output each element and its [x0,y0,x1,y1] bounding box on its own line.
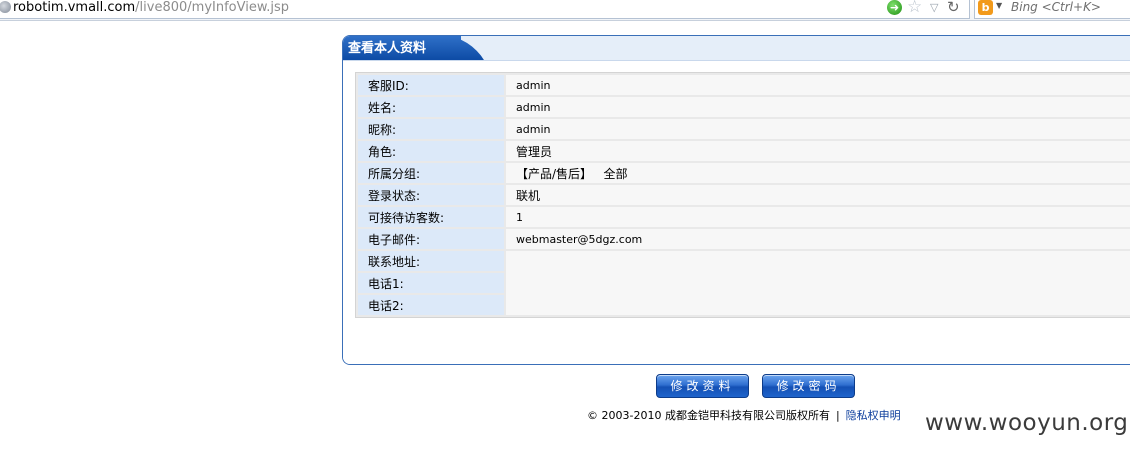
field-value-staff-id: admin [506,75,1130,95]
field-label-staff-id: 客服ID: [358,75,504,95]
field-value-email: webmaster@5dgz.com [506,229,1130,249]
profile-panel: 查看本人资料 客服ID: admin 姓名: admin 昵称: admin 角… [342,35,1130,365]
browser-toolbar: robotim.vmall.com/live800/myInfoView.jsp… [0,0,1130,21]
field-label-group: 所属分组: [358,163,504,183]
field-label-login-status: 登录状态: [358,185,504,205]
field-label-address: 联系地址: [358,251,504,271]
table-row: 角色: 管理员 [358,141,1130,161]
go-arrow-icon[interactable]: ➜ [887,0,902,15]
field-label-role: 角色: [358,141,504,161]
copyright-text: © 2003-2010 成都金铠甲科技有限公司版权所有 [587,409,830,422]
search-placeholder: Bing <Ctrl+K> [1011,0,1101,14]
reload-icon[interactable]: ↻ [947,0,960,16]
watermark: www.wooyun.org [925,410,1129,436]
field-label-name: 姓名: [358,97,504,117]
field-value-group: 【产品/售后】 全部 [506,163,1130,183]
field-value-max-visitors: 1 [506,207,1130,227]
table-row: 所属分组: 【产品/售后】 全部 [358,163,1130,183]
panel-title: 查看本人资料 [348,41,427,56]
field-value-role: 管理员 [506,141,1130,161]
field-label-phone2: 电话2: [358,295,504,315]
field-label-phone1: 电话1: [358,273,504,293]
table-row: 可接待访客数: 1 [358,207,1130,227]
table-row: 昵称: admin [358,119,1130,139]
bookmark-star-icon[interactable]: ☆ [907,0,922,16]
url-text[interactable]: robotim.vmall.com/live800/myInfoView.jsp [13,0,289,16]
field-label-max-visitors: 可接待访客数: [358,207,504,227]
privacy-link[interactable]: 隐私权申明 [846,409,901,422]
history-dropdown-icon[interactable]: ▽ [930,0,938,16]
field-label-email: 电子邮件: [358,229,504,249]
profile-info-table: 客服ID: admin 姓名: admin 昵称: admin 角色: 管理员 … [355,72,1130,318]
panel-footer [343,352,1130,364]
address-bar[interactable]: robotim.vmall.com/live800/myInfoView.jsp… [0,0,970,19]
change-password-button[interactable]: 修改密码 [762,374,855,398]
table-row: 联系地址: [358,251,1130,315]
field-value-address [506,251,1130,315]
field-value-name: admin [506,97,1130,117]
search-engine-dropdown-icon[interactable]: ▼ [996,1,1002,10]
panel-header: 查看本人资料 [343,36,1130,61]
edit-profile-button[interactable]: 修改资料 [656,374,749,398]
field-value-login-status: 联机 [506,185,1130,205]
search-box[interactable]: b ▼ Bing <Ctrl+K> [974,0,1130,19]
table-row: 姓名: admin [358,97,1130,117]
bing-logo-icon[interactable]: b [978,0,993,15]
copyright-line: © 2003-2010 成都金铠甲科技有限公司版权所有 | 隐私权申明 [587,407,901,423]
field-label-nickname: 昵称: [358,119,504,139]
field-value-nickname: admin [506,119,1130,139]
url-host: robotim.vmall.com [13,0,136,15]
url-path: /live800/myInfoView.jsp [135,0,290,15]
table-row: 客服ID: admin [358,75,1130,95]
page-globe-icon [0,1,11,13]
table-row: 电子邮件: webmaster@5dgz.com [358,229,1130,249]
table-row: 登录状态: 联机 [358,185,1130,205]
footer-separator: | [835,409,840,422]
